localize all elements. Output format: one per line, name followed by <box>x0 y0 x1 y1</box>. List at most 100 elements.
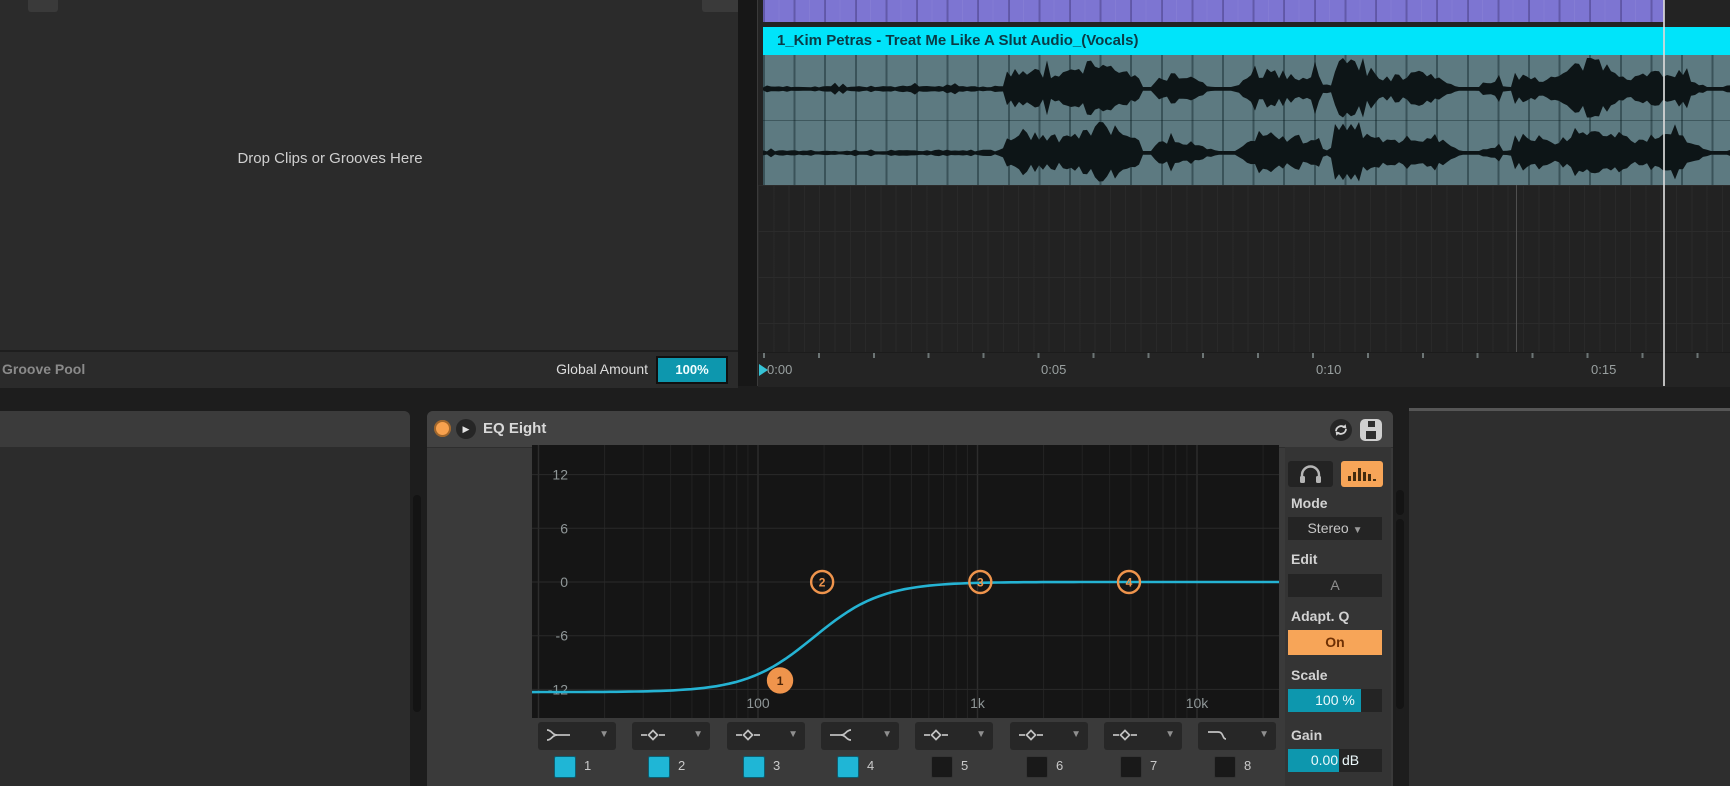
band-number: 6 <box>1056 758 1063 773</box>
filter-type-button[interactable]: ▼ <box>538 722 616 750</box>
eq-band-cell: ▼8 <box>1198 722 1276 786</box>
band-enable-checkbox[interactable] <box>1026 756 1048 778</box>
arrangement-view[interactable]: 1_Kim Petras - Treat Me Like A Slut Audi… <box>757 0 1730 386</box>
chevron-down-icon[interactable]: ▼ <box>1165 729 1175 740</box>
playhead[interactable] <box>1663 0 1665 386</box>
mode-label: Mode <box>1291 495 1328 511</box>
band-number: 8 <box>1244 758 1251 773</box>
clip-view-header <box>0 411 410 447</box>
band-number: 5 <box>961 758 968 773</box>
bell-icon <box>640 728 674 744</box>
band-number: 4 <box>867 758 874 773</box>
db-axis-label: -12 <box>548 681 568 697</box>
mode-value: Stereo <box>1307 520 1348 536</box>
time-label: 0:15 <box>1591 362 1616 377</box>
global-amount-value[interactable]: 100% <box>656 356 728 384</box>
band-enable-checkbox[interactable] <box>554 756 576 778</box>
device-chain-empty-area[interactable] <box>1409 408 1730 786</box>
audio-clip-titlebar[interactable]: 1_Kim Petras - Treat Me Like A Slut Audi… <box>763 27 1730 55</box>
filter-type-button[interactable]: ▼ <box>1104 722 1182 750</box>
freq-axis-label: 10k <box>1186 695 1210 711</box>
empty-track-grid[interactable] <box>758 185 1730 353</box>
scale-value-box[interactable]: 100 % <box>1288 689 1382 712</box>
adaptq-label: Adapt. Q <box>1291 608 1349 624</box>
output-gain-box[interactable]: 0.00 dB <box>1288 749 1382 772</box>
filter-type-button[interactable]: ▼ <box>632 722 710 750</box>
groove-pool-label: Groove Pool <box>2 361 85 377</box>
bell-icon <box>923 728 957 744</box>
eq-band-cell: ▼1 <box>538 722 616 786</box>
high-shelf-icon <box>829 728 863 744</box>
audition-button[interactable] <box>1288 461 1333 487</box>
band-enable-checkbox[interactable] <box>837 756 859 778</box>
device-activator-led[interactable] <box>434 420 451 437</box>
device-scrollbar-right-top[interactable] <box>1396 490 1404 515</box>
device-scrollbar-left[interactable] <box>413 495 421 712</box>
band-number: 7 <box>1150 758 1157 773</box>
filter-type-button[interactable]: ▼ <box>821 722 899 750</box>
audio-clip-title: 1_Kim Petras - Treat Me Like A Slut Audi… <box>777 32 1139 49</box>
edit-label: Edit <box>1291 551 1317 567</box>
time-label: 0:05 <box>1041 362 1066 377</box>
db-axis-label: 12 <box>552 467 568 483</box>
chevron-down-icon[interactable]: ▼ <box>1071 729 1081 740</box>
svg-text:4: 4 <box>1126 576 1133 590</box>
preview-play-icon[interactable]: ▶ <box>456 419 476 439</box>
output-gain-label: Gain <box>1291 727 1322 743</box>
eq-band-cell: ▼5 <box>915 722 993 786</box>
band-number: 1 <box>584 758 591 773</box>
filter-type-button[interactable]: ▼ <box>1010 722 1088 750</box>
groove-pool-pane[interactable]: Drop Clips or Grooves Here <box>0 0 738 352</box>
svg-text:1: 1 <box>777 674 784 688</box>
output-gain-value: 0.00 dB <box>1288 749 1382 772</box>
band-enable-checkbox[interactable] <box>743 756 765 778</box>
clip-view-pane <box>0 411 410 786</box>
groove-pool-footer: Groove Pool Global Amount 100% <box>0 350 738 388</box>
time-label: 0:00 <box>767 362 792 377</box>
low-pass-icon <box>1206 728 1240 744</box>
scale-value: 100 % <box>1288 689 1382 712</box>
eq-band-cell: ▼7 <box>1104 722 1182 786</box>
band-enable-checkbox[interactable] <box>1120 756 1142 778</box>
audio-clip-waveform[interactable] <box>763 55 1730 185</box>
edit-ab-button[interactable]: A <box>1288 574 1382 597</box>
eq-band-cell: ▼3 <box>727 722 805 786</box>
db-axis-label: 0 <box>560 574 568 590</box>
filter-type-button[interactable]: ▼ <box>727 722 805 750</box>
chevron-down-icon[interactable]: ▼ <box>599 729 609 740</box>
chevron-down-icon[interactable]: ▼ <box>1259 729 1269 740</box>
bell-icon <box>1018 728 1052 744</box>
svg-text:3: 3 <box>977 576 984 590</box>
band-enable-checkbox[interactable] <box>931 756 953 778</box>
time-ruler[interactable]: 0:00 0:05 0:10 0:15 <box>758 352 1730 387</box>
global-amount-label: Global Amount <box>480 361 648 377</box>
device-title-bar[interactable]: ▶ EQ Eight <box>427 411 1393 448</box>
band-enable-checkbox[interactable] <box>1214 756 1236 778</box>
chevron-down-icon[interactable]: ▼ <box>788 729 798 740</box>
svg-text:2: 2 <box>819 576 826 590</box>
chevron-down-icon: ▼ <box>1353 525 1363 536</box>
adaptq-toggle[interactable]: On <box>1288 630 1382 655</box>
chevron-down-icon[interactable]: ▼ <box>693 729 703 740</box>
freq-axis-label: 100 <box>746 695 770 711</box>
filter-type-button[interactable]: ▼ <box>1198 722 1276 750</box>
midi-clip-strip[interactable] <box>763 0 1664 22</box>
db-axis-label: 6 <box>560 520 568 536</box>
device-scrollbar-right[interactable] <box>1396 519 1404 709</box>
filter-type-button[interactable]: ▼ <box>915 722 993 750</box>
bell-icon <box>1112 728 1146 744</box>
low-shelf-icon <box>546 728 580 744</box>
eq-band-handle[interactable]: 1 <box>768 668 792 692</box>
spectrum-toggle-button[interactable] <box>1341 461 1383 487</box>
band-number: 3 <box>773 758 780 773</box>
eq-response-display[interactable]: 1260-6-121001k10k1234 <box>532 445 1279 718</box>
chevron-down-icon[interactable]: ▼ <box>882 729 892 740</box>
mode-dropdown[interactable]: Stereo ▼ <box>1288 517 1382 540</box>
hot-swap-icon[interactable] <box>1330 419 1352 441</box>
time-label: 0:10 <box>1316 362 1341 377</box>
save-preset-icon[interactable] <box>1360 419 1382 441</box>
eq-side-column: Mode Stereo ▼ Edit A Adapt. Q On Scale 1… <box>1285 447 1391 786</box>
band-enable-checkbox[interactable] <box>648 756 670 778</box>
chevron-down-icon[interactable]: ▼ <box>976 729 986 740</box>
device-title: EQ Eight <box>483 420 546 437</box>
